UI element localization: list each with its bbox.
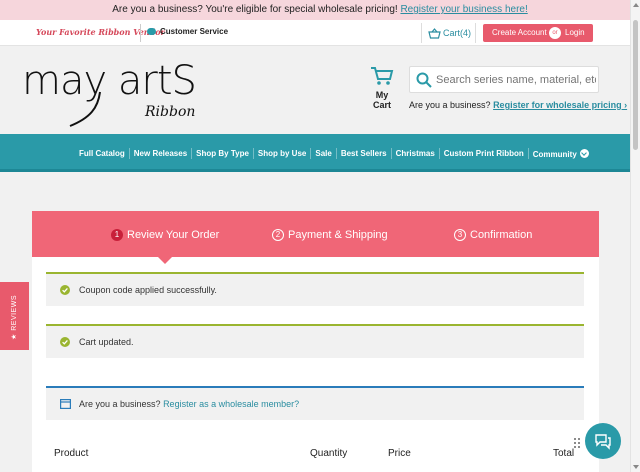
nav-separator bbox=[390, 148, 392, 159]
nav-separator bbox=[252, 148, 254, 159]
nav-item-label: Full Catalog bbox=[79, 149, 125, 158]
search-icon[interactable] bbox=[416, 72, 432, 88]
scrollbar-thumb[interactable] bbox=[633, 20, 638, 150]
wholesale-note: Are you a business? Register for wholesa… bbox=[409, 100, 627, 110]
nav-item-custom-print-ribbon[interactable]: Custom Print Ribbon bbox=[444, 149, 524, 158]
chat-icon bbox=[595, 434, 611, 450]
search-input[interactable] bbox=[436, 71, 596, 89]
nav-separator bbox=[335, 148, 337, 159]
coupon-message-text: Coupon code applied successfully. bbox=[79, 285, 217, 295]
step-confirmation[interactable]: 3 Confirmation bbox=[454, 229, 532, 241]
cart-updated-text: Cart updated. bbox=[79, 337, 134, 347]
chat-button[interactable] bbox=[585, 423, 621, 459]
step-label: Review Your Order bbox=[127, 229, 220, 241]
step-number: 1 bbox=[111, 229, 123, 241]
divider bbox=[140, 24, 141, 42]
nav-item-label: Shop By Type bbox=[196, 149, 249, 158]
or-badge: or bbox=[549, 27, 561, 39]
my-cart-button[interactable]: My Cart bbox=[366, 66, 398, 110]
check-circle-icon bbox=[60, 285, 70, 295]
step-number: 2 bbox=[272, 229, 284, 241]
checkout-steps: 1 Review Your Order 2 Payment & Shipping 3… bbox=[32, 211, 599, 257]
nav-item-shop-by-use[interactable]: Shop by Use bbox=[258, 149, 306, 158]
shopping-cart-icon bbox=[371, 67, 394, 85]
nav-item-shop-by-type[interactable]: Shop By Type bbox=[196, 149, 249, 158]
register-wholesale-link[interactable]: Register for wholesale pricing › bbox=[493, 100, 627, 110]
nav-separator bbox=[128, 148, 130, 159]
nav-item-full-catalog[interactable]: Full Catalog bbox=[79, 149, 125, 158]
wholesale-info-message: Are you a business? Register as a wholes… bbox=[46, 386, 584, 420]
logo-main-text: may artS bbox=[22, 58, 196, 104]
tagline: Your Favorite Ribbon Vendor bbox=[36, 27, 165, 37]
check-circle-icon bbox=[60, 337, 70, 347]
customer-service-link[interactable]: Customer Service bbox=[147, 27, 228, 36]
step-number: 3 bbox=[454, 229, 466, 241]
nav-separator bbox=[527, 148, 529, 159]
column-quantity: Quantity bbox=[310, 448, 348, 459]
step-review[interactable]: 1 Review Your Order bbox=[111, 229, 219, 241]
coupon-success-message: Coupon code applied successfully. bbox=[46, 272, 584, 306]
column-total: Total bbox=[553, 448, 575, 459]
cart-count: Cart(4) bbox=[443, 28, 472, 38]
nav-items: Full Catalog New Releases Shop By Type Shop… bbox=[79, 148, 589, 159]
register-wholesale-member-link[interactable]: Register as a wholesale member? bbox=[163, 399, 299, 409]
register-business-link[interactable]: Register your business here! bbox=[400, 4, 527, 15]
basket-icon bbox=[428, 28, 441, 39]
step-label: Confirmation bbox=[470, 229, 533, 241]
nav-item-label: Community bbox=[532, 149, 577, 159]
nav-item-label: Custom Print Ribbon bbox=[443, 149, 524, 158]
nav-item-label: Best Sellers bbox=[340, 149, 387, 158]
reviews-tab[interactable]: ★ REVIEWS bbox=[0, 282, 29, 350]
scroll-down-arrow[interactable] bbox=[633, 465, 639, 469]
may-arts-logo[interactable]: may artS Ribbon bbox=[20, 46, 200, 134]
cart-updated-message: Cart updated. bbox=[46, 324, 584, 358]
customer-service-label: Customer Service bbox=[160, 27, 229, 36]
logo-sub-text: Ribbon bbox=[144, 104, 195, 120]
wholesale-info-text: Are you a business? Register as a wholes… bbox=[79, 399, 299, 409]
window-icon bbox=[60, 399, 71, 409]
nav-item-best-sellers[interactable]: Best Sellers bbox=[341, 149, 387, 158]
active-step-pointer bbox=[158, 257, 172, 264]
account-buttons: Create Account or Login bbox=[483, 24, 593, 42]
nav-accent bbox=[0, 169, 640, 172]
promo-banner: Are you a business? You're eligible for … bbox=[0, 0, 640, 20]
column-product: Product bbox=[54, 448, 89, 459]
business-question: Are you a business? bbox=[79, 399, 164, 409]
site-header: may artS Ribbon My Cart Are you a busine… bbox=[0, 46, 640, 134]
create-account-button[interactable]: Create Account bbox=[492, 28, 547, 37]
nav-item-label: Sale bbox=[315, 149, 332, 158]
drag-handle-icon[interactable] bbox=[573, 437, 581, 449]
chat-bubble-icon bbox=[147, 28, 156, 35]
wholesale-note-text: Are you a business? bbox=[409, 100, 494, 110]
nav-item-new-releases[interactable]: New Releases bbox=[134, 149, 187, 158]
step-label: Payment & Shipping bbox=[288, 229, 388, 241]
nav-item-label: Christmas bbox=[395, 149, 435, 158]
reviews-label: ★ REVIEWS bbox=[11, 294, 18, 340]
page-scrollbar[interactable] bbox=[630, 0, 640, 472]
my-cart-label: My Cart bbox=[372, 90, 391, 110]
login-button[interactable]: Login bbox=[565, 28, 585, 37]
checkout-panel: 1 Review Your Order 2 Payment & Shipping 3… bbox=[32, 211, 599, 472]
nav-item-community[interactable]: Community bbox=[532, 148, 589, 159]
nav-separator bbox=[438, 148, 440, 159]
main-nav: Full Catalog New Releases Shop By Type Shop… bbox=[0, 134, 640, 172]
cart-table-header: Product Quantity Price Total bbox=[32, 442, 599, 472]
scroll-up-arrow[interactable] bbox=[633, 3, 639, 7]
column-price: Price bbox=[388, 448, 411, 459]
nav-item-christmas[interactable]: Christmas bbox=[396, 149, 435, 158]
nav-item-sale[interactable]: Sale bbox=[315, 149, 331, 158]
nav-item-label: Shop by Use bbox=[257, 149, 307, 158]
promo-text: Are you a business? You're eligible for … bbox=[112, 4, 401, 15]
utility-bar: Your Favorite Ribbon Vendor Customer Ser… bbox=[0, 20, 640, 46]
nav-separator bbox=[191, 148, 193, 159]
cart-link[interactable]: Cart(4) bbox=[421, 23, 476, 43]
chevron-down-icon bbox=[579, 148, 589, 158]
search-box bbox=[409, 66, 599, 93]
step-payment[interactable]: 2 Payment & Shipping bbox=[272, 229, 388, 241]
nav-separator bbox=[310, 148, 312, 159]
nav-item-label: New Releases bbox=[133, 149, 188, 158]
